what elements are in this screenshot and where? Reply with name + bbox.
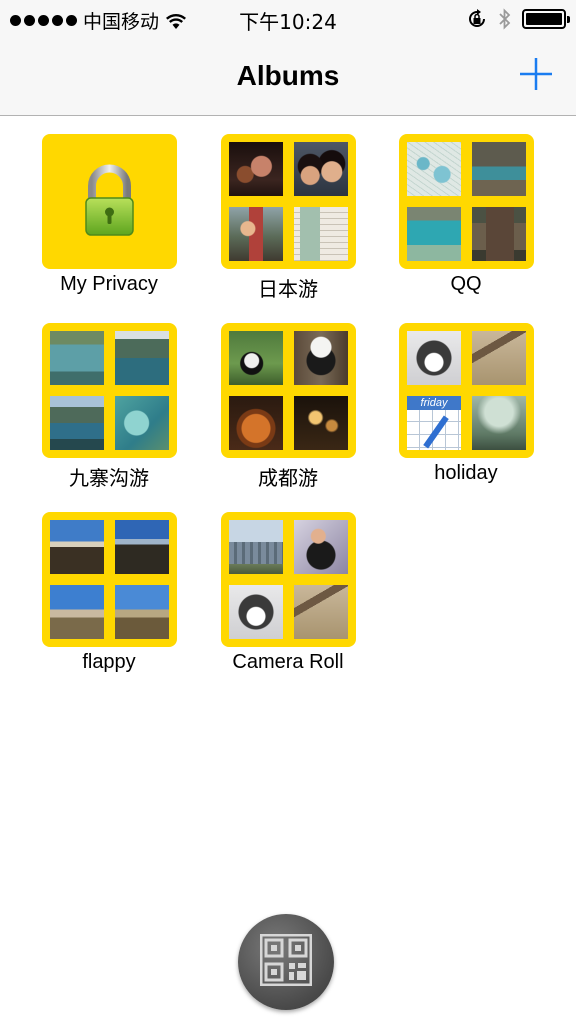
signboard-photo-thumbnail: [472, 207, 526, 261]
prairie-photo-thumbnail: [50, 585, 104, 639]
mountain-lake-photo-thumbnail: [115, 331, 169, 385]
mountain-reflection-photo-thumbnail: [50, 396, 104, 450]
document-photo-thumbnail: [294, 207, 348, 261]
lake-trees-photo-thumbnail: [472, 142, 526, 196]
add-album-button[interactable]: [516, 54, 556, 94]
album-tile[interactable]: friday: [399, 323, 534, 458]
qr-scan-button[interactable]: [238, 914, 334, 1010]
album-tile[interactable]: [221, 512, 356, 647]
album-tile[interactable]: [42, 512, 177, 647]
album-chengdu-trip[interactable]: 成都游: [208, 323, 368, 503]
lock-icon: [85, 164, 134, 236]
panda-tree-photo-thumbnail: [294, 331, 348, 385]
bluetooth-icon: [499, 8, 511, 30]
album-tile[interactable]: [42, 323, 177, 458]
map-photo-thumbnail: [407, 142, 461, 196]
tourist-photo-thumbnail: [229, 207, 283, 261]
navigation-bar: Albums: [0, 38, 576, 116]
city-skyline-photo-thumbnail: [229, 520, 283, 574]
husky-puppy-photo-thumbnail: [407, 331, 461, 385]
album-label: flappy: [82, 651, 136, 673]
album-flappy[interactable]: flappy: [29, 512, 189, 692]
pencil-icon: [423, 415, 449, 449]
album-tile[interactable]: [221, 134, 356, 269]
turquoise-lake-photo-thumbnail: [407, 207, 461, 261]
lake-photo-thumbnail: [50, 331, 104, 385]
album-qq[interactable]: QQ: [386, 134, 546, 314]
calendar-friday-icon: friday: [407, 396, 461, 450]
selfie-photo-thumbnail: [294, 142, 348, 196]
husky-puppy-photo-thumbnail: [229, 585, 283, 639]
calendar-day-label: friday: [407, 396, 461, 410]
album-tile[interactable]: [221, 323, 356, 458]
qr-code-icon: [260, 934, 312, 986]
woman-portrait-photo-thumbnail: [294, 520, 348, 574]
plateau-photo-thumbnail: [50, 520, 104, 574]
album-label: QQ: [450, 273, 482, 295]
album-tile[interactable]: [42, 134, 177, 269]
album-jiuzhaigou-trip[interactable]: 九寨沟游: [29, 323, 189, 503]
dragon-sculpture-photo-thumbnail: [294, 585, 348, 639]
turquoise-water-photo-thumbnail: [115, 396, 169, 450]
album-label: 成都游: [258, 468, 318, 490]
album-label: My Privacy: [60, 273, 158, 295]
hotpot-photo-thumbnail: [229, 396, 283, 450]
highland-photo-thumbnail: [115, 585, 169, 639]
night-group-photo-thumbnail: [229, 142, 283, 196]
rotation-lock-icon: [469, 9, 485, 27]
album-label: holiday: [434, 462, 498, 484]
album-camera-roll[interactable]: Camera Roll: [208, 512, 368, 692]
status-right: [466, 8, 570, 30]
album-label: 九寨沟游: [69, 468, 149, 490]
album-holiday[interactable]: friday holiday: [386, 323, 546, 503]
mountains-photo-thumbnail: [115, 520, 169, 574]
battery-icon: [522, 9, 570, 29]
album-tile[interactable]: [399, 134, 534, 269]
panda-photo-thumbnail: [229, 331, 283, 385]
dragon-sculpture-photo-thumbnail: [472, 331, 526, 385]
foggy-landscape-photo-thumbnail: [472, 396, 526, 450]
album-my-privacy[interactable]: My Privacy: [29, 134, 189, 314]
status-bar: 中国移动 下午10:24: [0, 0, 576, 38]
album-label: 日本游: [258, 279, 318, 301]
night-street-photo-thumbnail: [294, 396, 348, 450]
plus-icon: [520, 58, 552, 90]
album-label: Camera Roll: [232, 651, 344, 673]
album-japan-trip[interactable]: 日本游: [208, 134, 368, 314]
page-title: Albums: [236, 60, 340, 91]
